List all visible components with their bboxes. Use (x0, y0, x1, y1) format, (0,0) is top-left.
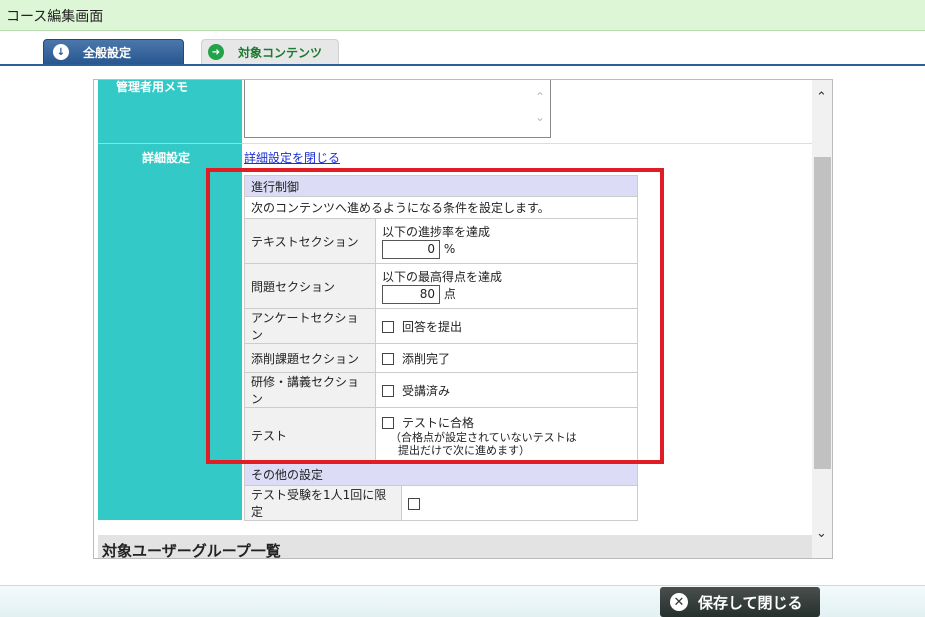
test-limit-label: テスト受験を1人1回に限定 (244, 485, 402, 521)
close-detail-link[interactable]: 詳細設定を閉じる (244, 149, 340, 166)
vertical-scrollbar[interactable]: ⌃ ⌄ (812, 80, 832, 558)
scroll-up-icon[interactable]: ⌃ (816, 90, 827, 105)
tab-label: 全般設定 (83, 45, 132, 60)
tab-target-contents[interactable]: ➜ 対象コンテンツ (201, 39, 339, 65)
detail-label: 詳細設定 (142, 151, 191, 165)
save-and-close-label: 保存して閉じる (698, 593, 803, 612)
scroll-down-icon[interactable]: ⌄ (816, 526, 827, 541)
user-group-section-header: 対象ユーザーグループ一覧 (98, 535, 812, 559)
arrow-down-circle-icon: ↓ (53, 44, 69, 60)
chevron-up-icon[interactable]: ⌃ (535, 90, 545, 104)
chevron-down-icon[interactable]: ⌄ (535, 110, 545, 124)
save-and-close-button[interactable]: ✕ 保存して閉じる (660, 587, 820, 617)
arrow-right-circle-icon: ➜ (208, 44, 224, 60)
other-settings-table: その他の設定 テスト受験を1人1回に限定 (244, 463, 638, 521)
user-group-section-title: 対象ユーザーグループ一覧 (102, 542, 281, 559)
label-separator (98, 143, 242, 144)
highlight-box (206, 168, 664, 464)
tab-general-settings[interactable]: ↓ 全般設定 (43, 39, 184, 65)
tab-bar: ↓ 全般設定 ➜ 対象コンテンツ (0, 31, 925, 66)
memo-textarea[interactable]: ⌃ ⌄ (244, 80, 551, 138)
close-circle-icon: ✕ (670, 593, 688, 611)
other-settings-heading: その他の設定 (244, 463, 638, 486)
test-limit-checkbox[interactable] (408, 497, 420, 510)
scrollbar-thumb[interactable] (814, 157, 831, 469)
tab-label: 対象コンテンツ (238, 45, 323, 60)
window-titlebar: コース編集画面 (0, 0, 925, 31)
window-title: コース編集画面 (6, 9, 104, 25)
form-panel: 管理者用メモ 詳細設定 ⌃ ⌄ 詳細設定を閉じる 進行制御 次のコンテンツへ進め… (93, 79, 833, 559)
tab-underline (0, 64, 925, 66)
memo-label: 管理者用メモ (116, 80, 189, 94)
row-divider (242, 143, 812, 144)
